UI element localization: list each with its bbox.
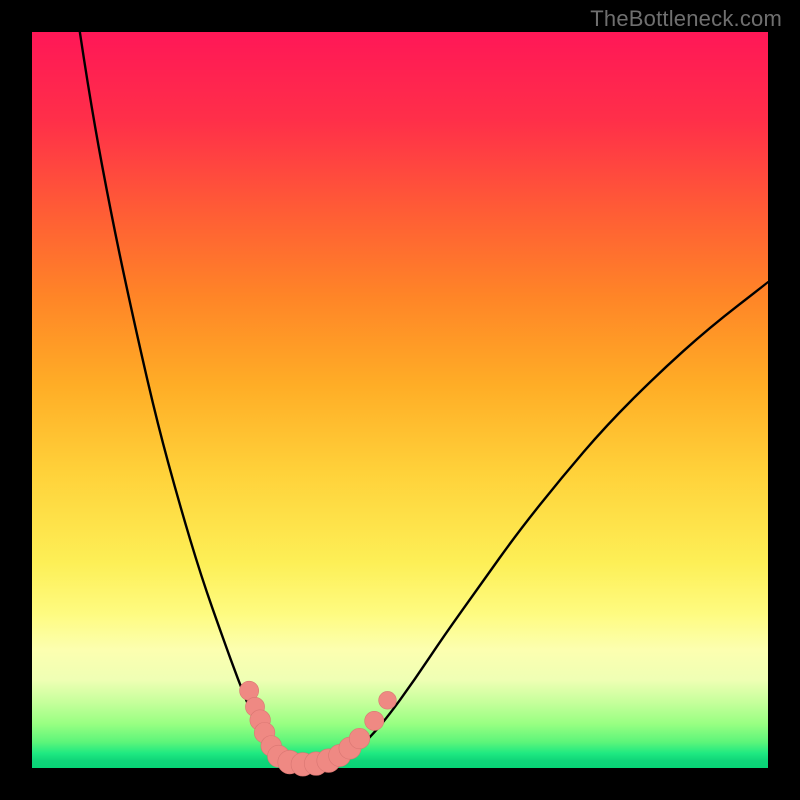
chart-svg [32,32,768,768]
curve-marker [379,691,397,709]
chart-frame: TheBottleneck.com [0,0,800,800]
bottleneck-curve [80,32,768,766]
watermark-text: TheBottleneck.com [590,6,782,32]
curve-markers [240,681,397,776]
curve-marker [365,711,384,730]
curve-marker [349,728,370,749]
chart-plot-area [32,32,768,768]
